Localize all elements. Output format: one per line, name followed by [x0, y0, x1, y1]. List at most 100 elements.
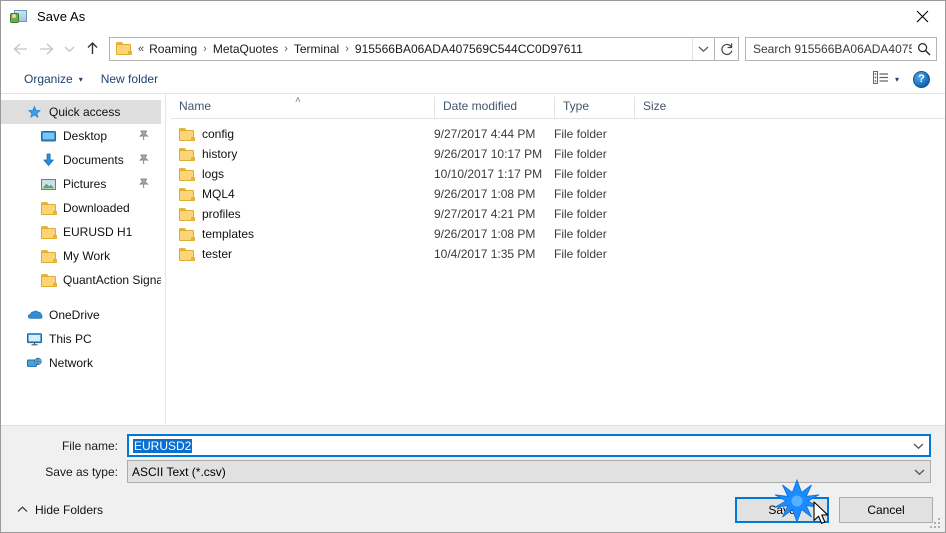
- file-name-cell: tester: [171, 247, 434, 261]
- column-header-type[interactable]: Type: [554, 97, 634, 118]
- sidebar-item-quantaction-signal[interactable]: QuantAction Signal: [1, 268, 161, 292]
- file-name: config: [202, 127, 235, 141]
- breadcrumb-item-roaming[interactable]: Roaming: [147, 42, 199, 56]
- chevron-down-icon[interactable]: [692, 37, 714, 60]
- file-name-text: EURUSD2: [129, 438, 907, 453]
- sidebar-item-quick-access[interactable]: Quick access: [1, 100, 161, 124]
- file-type: File folder: [554, 167, 607, 181]
- navigation-bar: « Roaming › MetaQuotes › Terminal › 9155…: [1, 32, 945, 65]
- sidebar-item-desktop[interactable]: Desktop: [1, 124, 161, 148]
- help-button[interactable]: ?: [906, 68, 937, 91]
- dialog-footer: Hide Folders Save Cancel: [1, 488, 945, 532]
- table-row[interactable]: profiles 9/27/2017 4:21 PM File folder: [171, 204, 945, 224]
- table-row[interactable]: logs 10/10/2017 1:17 PM File folder: [171, 164, 945, 184]
- save-as-type-field[interactable]: ASCII Text (*.csv): [127, 460, 931, 483]
- sidebar-item-eurusd-h1[interactable]: EURUSD H1: [1, 220, 161, 244]
- file-name-label: File name:: [61, 438, 118, 453]
- file-name: profiles: [202, 207, 241, 221]
- breadcrumb-item-terminal[interactable]: Terminal: [292, 42, 341, 56]
- save-button[interactable]: Save: [735, 497, 829, 523]
- sidebar-label: This PC: [49, 332, 92, 346]
- arrow-right-icon[interactable]: [33, 36, 59, 62]
- sidebar-item-my-work[interactable]: My Work: [1, 244, 161, 268]
- view-options-button[interactable]: ▾: [866, 68, 906, 90]
- folder-icon: [179, 227, 195, 241]
- file-name-row: File name: EURUSD2: [1, 434, 931, 457]
- address-bar[interactable]: « Roaming › MetaQuotes › Terminal › 9155…: [109, 36, 715, 61]
- search-icon[interactable]: [912, 42, 936, 56]
- sidebar-item-documents[interactable]: Documents: [1, 148, 161, 172]
- column-label: Type: [563, 98, 590, 113]
- chevron-down-icon[interactable]: [908, 468, 930, 476]
- column-header-size[interactable]: Size: [634, 97, 714, 118]
- folder-icon: [116, 41, 133, 56]
- sidebar-item-pictures[interactable]: Pictures: [1, 172, 161, 196]
- sidebar-label: QuantAction Signal: [63, 273, 161, 287]
- breadcrumb-item-guid[interactable]: 915566BA06ADA407569C544CC0D97611: [353, 42, 585, 56]
- save-as-type-value: ASCII Text (*.csv): [132, 464, 226, 479]
- table-row[interactable]: config 9/27/2017 4:44 PM File folder: [171, 124, 945, 144]
- breadcrumb-separator[interactable]: ›: [280, 43, 292, 55]
- breadcrumb-separator[interactable]: ›: [341, 43, 353, 55]
- file-date: 9/26/2017 1:08 PM: [434, 227, 536, 241]
- file-date: 9/26/2017 10:17 PM: [434, 147, 543, 161]
- pin-icon[interactable]: [138, 154, 149, 165]
- pin-icon[interactable]: [138, 178, 149, 189]
- chevron-down-icon: ▾: [894, 74, 899, 84]
- refresh-icon[interactable]: [715, 36, 739, 61]
- hide-folders-button[interactable]: Hide Folders: [11, 503, 103, 517]
- search-input[interactable]: [746, 41, 912, 56]
- arrow-up-icon[interactable]: [79, 36, 105, 62]
- file-date: 9/26/2017 1:08 PM: [434, 187, 536, 201]
- cancel-button[interactable]: Cancel: [839, 497, 933, 523]
- view-layout-icon: [872, 71, 889, 87]
- folder-icon: [179, 127, 195, 141]
- desktop-icon: [41, 130, 59, 143]
- breadcrumb-item-metaquotes[interactable]: MetaQuotes: [211, 42, 280, 56]
- close-icon[interactable]: [899, 1, 945, 32]
- file-date: 10/10/2017 1:17 PM: [434, 167, 543, 181]
- help-icon: ?: [913, 70, 930, 88]
- column-label: Size: [643, 98, 667, 113]
- sidebar-item-network[interactable]: Network: [1, 351, 161, 375]
- sidebar-label: Pictures: [63, 177, 107, 191]
- sidebar-item-downloaded[interactable]: Downloaded: [1, 196, 161, 220]
- table-row[interactable]: tester 10/4/2017 1:35 PM File folder: [171, 244, 945, 264]
- star-pin-icon: [27, 105, 45, 120]
- window-title: Save As: [37, 9, 86, 24]
- arrow-left-icon[interactable]: [7, 36, 33, 62]
- search-box[interactable]: [745, 36, 937, 61]
- save-as-type-row: Save as type: ASCII Text (*.csv): [1, 460, 931, 483]
- documents-download-icon: [41, 153, 59, 167]
- chevron-down-icon[interactable]: [907, 442, 929, 450]
- hide-folders-label: Hide Folders: [35, 503, 104, 517]
- table-row[interactable]: history 9/26/2017 10:17 PM File folder: [171, 144, 945, 164]
- sidebar-item-this-pc[interactable]: This PC: [1, 327, 161, 351]
- breadcrumb-separator[interactable]: ›: [199, 43, 211, 55]
- save-as-type-label: Save as type:: [45, 464, 118, 479]
- new-folder-button[interactable]: New folder: [92, 69, 167, 89]
- table-row[interactable]: templates 9/26/2017 1:08 PM File folder: [171, 224, 945, 244]
- file-name: history: [202, 147, 238, 161]
- file-name-cell: logs: [171, 167, 434, 181]
- file-name-field[interactable]: EURUSD2: [127, 434, 931, 457]
- breadcrumb-overflow[interactable]: «: [137, 43, 147, 55]
- save-form: File name: EURUSD2 Save as type: ASCII T…: [1, 425, 945, 488]
- file-type: File folder: [554, 227, 607, 241]
- table-row[interactable]: MQL4 9/26/2017 1:08 PM File folder: [171, 184, 945, 204]
- sidebar-item-onedrive[interactable]: OneDrive: [1, 303, 161, 327]
- file-type: File folder: [554, 127, 607, 141]
- pin-icon[interactable]: [138, 130, 149, 141]
- navigation-pane: Quick access Desktop Documents Pictures …: [1, 94, 161, 425]
- column-header-date-modified[interactable]: Date modified: [434, 97, 554, 118]
- file-date: 9/27/2017 4:44 PM: [434, 127, 536, 141]
- organize-button[interactable]: Organize ▾: [15, 69, 92, 89]
- dialog-body: Quick access Desktop Documents Pictures …: [1, 94, 945, 425]
- file-date: 10/4/2017 1:35 PM: [434, 247, 536, 261]
- chevron-down-icon[interactable]: [59, 36, 79, 62]
- resize-grip-icon[interactable]: [930, 518, 942, 530]
- pane-splitter[interactable]: [161, 94, 171, 425]
- sidebar-label: OneDrive: [49, 308, 100, 322]
- column-header-name[interactable]: Name ˄: [171, 96, 434, 118]
